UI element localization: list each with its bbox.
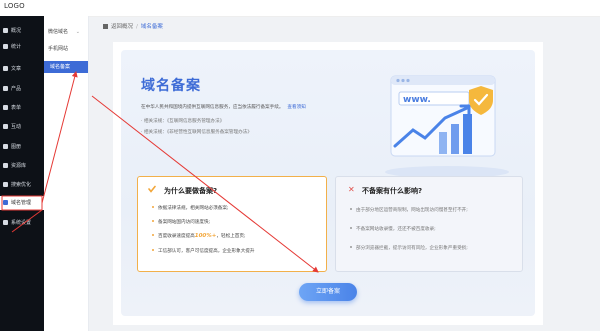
- sidebar-item-gallery[interactable]: 图册: [0, 140, 44, 154]
- sidebar-item-domain[interactable]: 域名管理: [0, 196, 44, 210]
- sidebar-item-seo[interactable]: 搜索优化: [0, 178, 44, 192]
- risk-point: 不备案网站收录慢，还还不被百度收录;: [350, 226, 436, 232]
- home-icon: [3, 28, 8, 33]
- why-file-title: 为什么要做备案?: [164, 187, 218, 195]
- home-icon: [103, 24, 108, 29]
- page-title: 域名备案: [141, 78, 201, 94]
- risk-point: 部分浏览器拦截，提示访问有风险，企业形象严重受损;: [350, 245, 468, 251]
- chart-icon: [3, 44, 8, 49]
- domain-icon: [3, 200, 8, 205]
- top-bar: LOGO: [0, 0, 600, 17]
- highlight-percent: 100%+: [194, 233, 217, 239]
- subnav-item-mobile-site[interactable]: 手机网站: [48, 43, 86, 55]
- law-item: · 相关法规：《互联网信息服务管理办法》: [141, 119, 225, 124]
- chevron-down-icon: ⌄: [75, 29, 80, 35]
- sidebar-item-forms[interactable]: 表单: [0, 101, 44, 115]
- sidebar-item-articles[interactable]: 文章: [0, 62, 44, 76]
- library-icon: [3, 163, 8, 168]
- law-item: · 相关法规：《非经营性互联网信息服务备案管理办法》: [141, 130, 252, 135]
- no-file-title: 不备案有什么影响?: [362, 187, 423, 195]
- product-icon: [3, 86, 8, 91]
- no-file-panel: ✕ 不备案有什么影响? 由于部分地区运营商限制，网站出现访问慢甚至打不开; 不备…: [335, 176, 523, 272]
- breadcrumb-home-link[interactable]: 返回概况: [111, 24, 133, 30]
- article-icon: [3, 66, 8, 71]
- why-point: 依据法律法规，相关网站必须备案;: [152, 205, 228, 211]
- sidebar-item-settings[interactable]: 系统设置: [0, 216, 44, 230]
- gallery-icon: [3, 144, 8, 149]
- hero-description: 在中华人民共和国境内提供互联网信息服务，应当依法履行备案手续。 查看须知: [141, 105, 306, 110]
- why-point: 备案网站国内访问速度快;: [152, 219, 210, 225]
- breadcrumb-separator: /: [136, 24, 138, 30]
- sidebar-item-stats[interactable]: 统计: [0, 40, 44, 54]
- breadcrumb-current: 域名备案: [140, 24, 163, 30]
- check-icon: [148, 185, 156, 193]
- hero-panel: 域名备案 在中华人民共和国境内提供互联网信息服务，应当依法履行备案手续。 查看须知…: [121, 50, 535, 316]
- why-point: 工信部认可，客户可信度提高，企业形象大提升: [152, 248, 254, 254]
- close-icon: ✕: [348, 185, 355, 194]
- view-notice-link[interactable]: 查看须知: [287, 105, 305, 110]
- file-now-button[interactable]: 立即备案: [299, 283, 357, 301]
- seo-icon: [3, 182, 8, 187]
- subnav-item-wechat-domain[interactable]: 微信域名 ⌄: [48, 26, 86, 38]
- main-card: 域名备案 在中华人民共和国境内提供互联网信息服务，应当依法履行备案手续。 查看须知…: [113, 42, 543, 325]
- browser-shield-illustration: www.: [385, 75, 509, 178]
- sidebar: 概况 统计 文章 产品 表单 互动 图册 资源库 搜索优化 域名管理 系统设置: [0, 16, 44, 331]
- www-text: www.: [403, 95, 431, 105]
- why-file-panel: 为什么要做备案? 依据法律法规，相关网站必须备案; 备案网站国内访问速度快; 百…: [137, 176, 327, 272]
- breadcrumb: 返回概况 / 域名备案: [103, 22, 163, 30]
- risk-point: 由于部分地区运营商限制，网站出现访问慢甚至打不开;: [350, 207, 468, 213]
- sidebar-item-products[interactable]: 产品: [0, 82, 44, 96]
- sidebar-item-library[interactable]: 资源库: [0, 159, 44, 173]
- form-icon: [3, 105, 8, 110]
- chat-icon: [3, 124, 8, 129]
- sidebar-item-interaction[interactable]: 互动: [0, 120, 44, 134]
- sidebar-item-overview[interactable]: 概况: [0, 24, 44, 38]
- subnav-item-domain-filing[interactable]: 域名备案: [44, 61, 88, 73]
- gear-icon: [3, 220, 8, 225]
- why-point: 百度收录速度提高100%+，轻松上首页;: [152, 233, 246, 239]
- logo: LOGO: [4, 2, 25, 10]
- sub-nav: 微信域名 ⌄ 手机网站 域名备案: [44, 16, 89, 331]
